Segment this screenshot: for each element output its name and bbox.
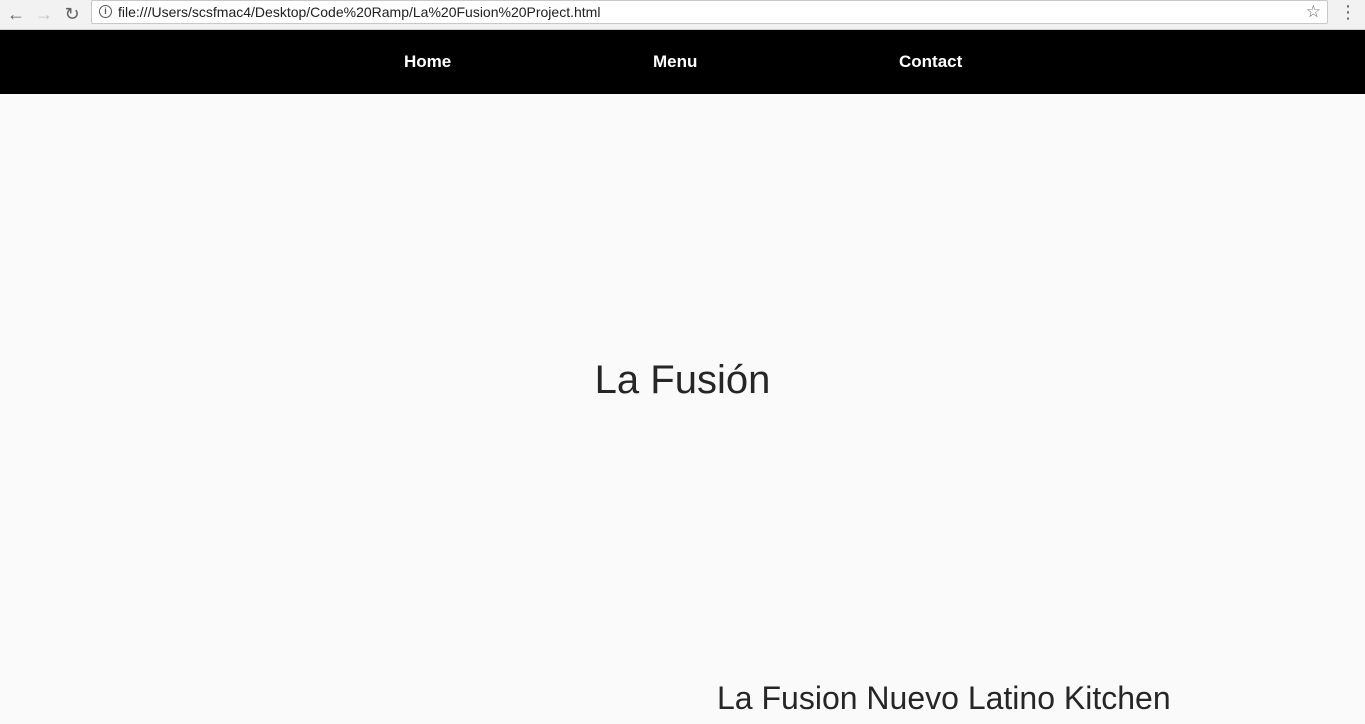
browser-menu-icon[interactable]: ⋮ (1338, 1, 1358, 25)
url-text[interactable]: file:///Users/scsfmac4/Desktop/Code%20Ra… (118, 4, 600, 20)
nav-link-contact[interactable]: Contact (899, 52, 962, 72)
browser-toolbar: ← → ↻ i file:///Users/scsfmac4/Desktop/C… (0, 0, 1365, 30)
hero-title: La Fusión (594, 358, 771, 402)
nav-link-home[interactable]: Home (404, 52, 451, 72)
back-arrow-icon[interactable]: ← (4, 2, 28, 26)
reload-icon[interactable]: ↻ (60, 2, 84, 26)
section-heading: La Fusion Nuevo Latino Kitchen (717, 680, 1171, 716)
forward-arrow-icon[interactable]: → (32, 2, 56, 26)
bookmark-star-icon[interactable]: ☆ (1306, 2, 1321, 22)
nav-link-menu[interactable]: Menu (653, 52, 697, 72)
info-icon[interactable]: i (99, 5, 112, 18)
address-bar[interactable]: i file:///Users/scsfmac4/Desktop/Code%20… (91, 0, 1328, 24)
site-navbar: Home Menu Contact (0, 30, 1365, 94)
